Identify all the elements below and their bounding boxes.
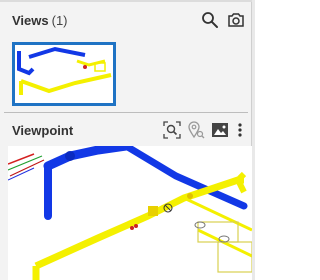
viewpoint-header: Viewpoint: [0, 118, 252, 142]
viewpoint-preview[interactable]: [8, 146, 252, 280]
views-toolbar: [200, 8, 246, 32]
view-thumbnail[interactable]: [12, 42, 116, 106]
image-icon[interactable]: [210, 120, 230, 140]
viewpoint-toolbar: [162, 118, 246, 142]
camera-icon[interactable]: [226, 10, 246, 30]
viewpoint-3d-image: [8, 146, 252, 280]
search-icon[interactable]: [200, 10, 220, 30]
views-panel: Views (1) Viewpoint: [0, 0, 252, 280]
more-vertical-icon[interactable]: [234, 120, 246, 140]
viewpoint-title: Viewpoint: [12, 122, 74, 138]
views-count: (1): [51, 12, 68, 28]
scroll-rail[interactable]: [252, 0, 255, 280]
zoom-fit-icon[interactable]: [162, 120, 182, 140]
top-divider: [0, 0, 252, 2]
view-thumbnail-image: [15, 45, 113, 103]
views-title: Views: [12, 12, 49, 28]
views-header: Views (1): [0, 8, 252, 32]
location-pin-icon[interactable]: [186, 120, 206, 140]
section-divider: [4, 112, 248, 113]
right-sidebar: [252, 0, 280, 280]
